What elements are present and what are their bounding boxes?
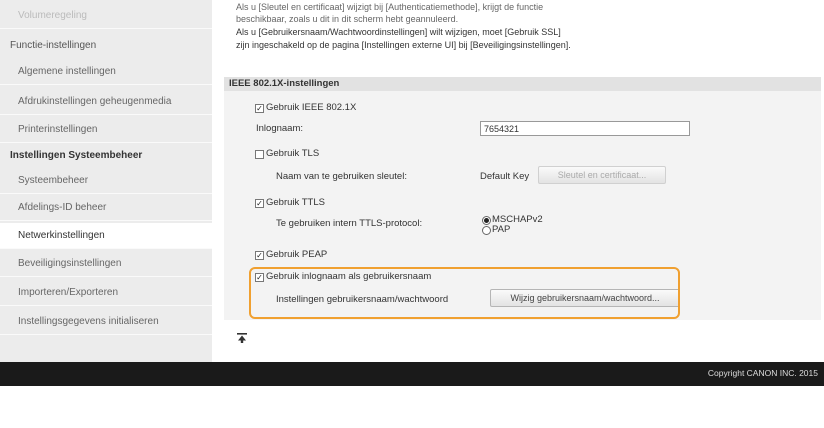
- default-key-value: Default Key: [480, 171, 530, 182]
- sidebar-item-security[interactable]: Beveiligingsinstellingen: [0, 251, 212, 277]
- use-ieee-label: Gebruik IEEE 802.1X: [266, 102, 357, 113]
- sidebar-item-network[interactable]: Netwerkinstellingen: [0, 223, 212, 249]
- use-tls-checkbox[interactable]: [255, 150, 264, 159]
- key-name-label: Naam van te gebruiken sleutel:: [276, 171, 407, 182]
- sidebar-item-import-export[interactable]: Importeren/Exporteren: [0, 280, 212, 306]
- intro-text: Als u [Sleutel en certificaat] wijzigt b…: [236, 0, 816, 51]
- main-content: Als u [Sleutel en certificaat] wijzigt b…: [212, 0, 824, 362]
- sidebar-item-media-print[interactable]: Afdrukinstellingen geheugenmedia: [0, 89, 212, 115]
- bottom-area: [0, 386, 824, 428]
- arrow-to-top-svg: [237, 333, 247, 343]
- intro-line-2: Als u [Gebruikersnaam/Wachtwoordinstelli…: [236, 27, 561, 37]
- footer-bar: Copyright CANON INC. 2015: [0, 362, 824, 386]
- radio-pap[interactable]: [482, 226, 491, 235]
- sidebar-header-system-mgmt: Instellingen Systeembeheer: [10, 150, 143, 161]
- sidebar-item-system-mgmt[interactable]: Systeembeheer: [0, 168, 212, 194]
- intro-line-1: beschikbaar, zoals u dit in dit scherm h…: [236, 14, 459, 24]
- use-peap-checkbox[interactable]: ✓: [255, 251, 264, 260]
- use-peap-label: Gebruik PEAP: [266, 249, 328, 260]
- sidebar-item-initialize[interactable]: Instellingsgegevens initialiseren: [0, 309, 212, 335]
- use-ttls-checkbox[interactable]: ✓: [255, 199, 264, 208]
- use-ttls-label: Gebruik TTLS: [266, 197, 325, 208]
- sidebar: Volumeregeling Functie-instellingen Alge…: [0, 0, 212, 362]
- radio-mschapv2[interactable]: [482, 216, 491, 225]
- login-name-input[interactable]: [480, 121, 690, 136]
- sidebar-item-general[interactable]: Algemene instellingen: [0, 59, 212, 85]
- ttls-protocol-label: Te gebruiken intern TTLS-protocol:: [276, 218, 423, 229]
- use-ieee-checkbox[interactable]: ✓: [255, 104, 264, 113]
- copyright-text: Copyright CANON INC. 2015: [707, 368, 818, 378]
- intro-line-3: zijn ingeschakeld op de pagina [Instelli…: [236, 40, 571, 50]
- login-name-label: Inlognaam:: [256, 123, 304, 134]
- radio-pap-label: PAP: [492, 224, 511, 235]
- arrow-to-top-icon[interactable]: [237, 333, 247, 346]
- panel-title: IEEE 802.1X-instellingen: [224, 77, 821, 91]
- use-tls-label: Gebruik TLS: [266, 148, 320, 159]
- sidebar-header-functions: Functie-instellingen: [10, 40, 97, 51]
- intro-line-0: Als u [Sleutel en certificaat] wijzigt b…: [236, 2, 544, 12]
- sidebar-item-volume[interactable]: Volumeregeling: [0, 3, 212, 29]
- key-cert-button[interactable]: Sleutel en certificaat...: [538, 166, 666, 184]
- highlight-callout: [249, 267, 680, 319]
- sidebar-item-dept-id[interactable]: Afdelings-ID beheer: [0, 195, 212, 221]
- sidebar-item-printer[interactable]: Printerinstellingen: [0, 117, 212, 143]
